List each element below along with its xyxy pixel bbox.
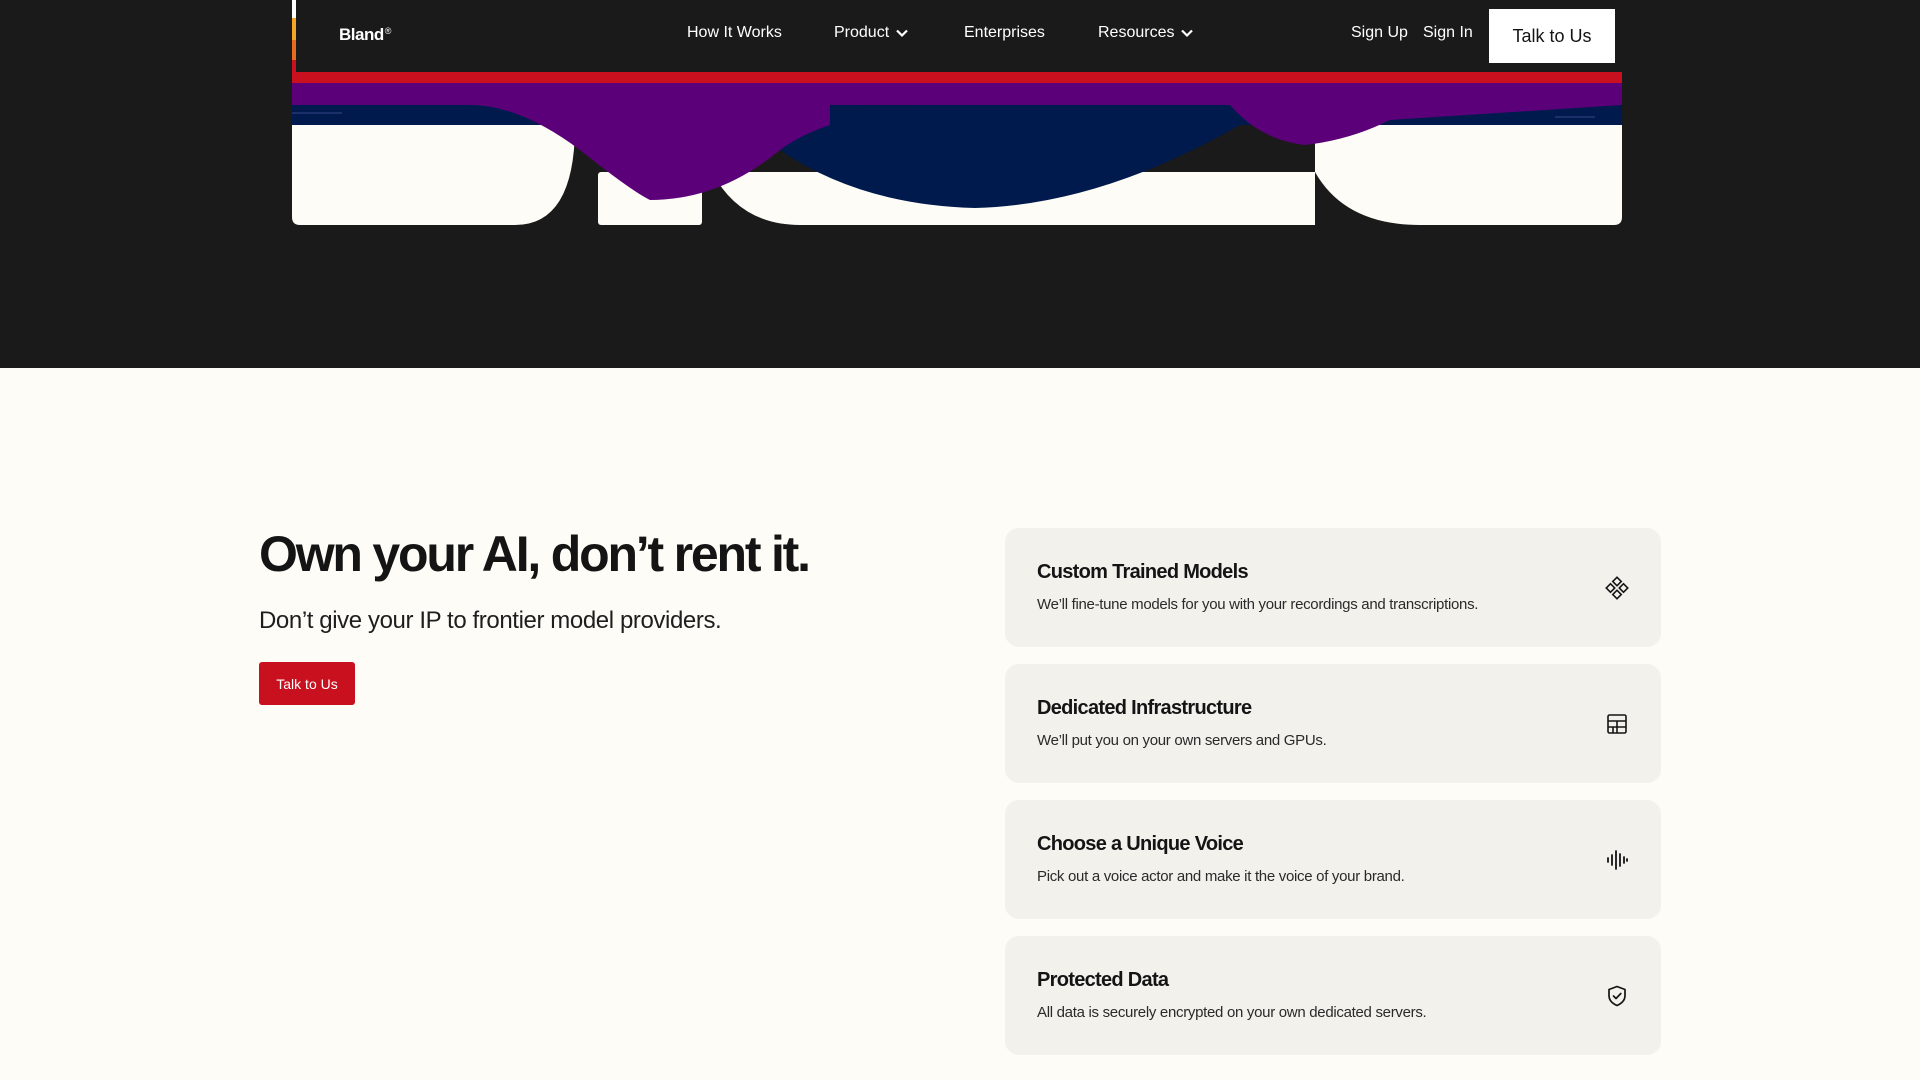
talk-to-us-button[interactable]: Talk to Us	[259, 662, 355, 705]
chevron-down-icon	[1181, 29, 1194, 38]
feature-card-unique-voice: Choose a Unique Voice Pick out a voice a…	[1005, 800, 1661, 919]
nodes-icon	[1605, 576, 1629, 600]
feature-title: Dedicated Infrastructure	[1037, 697, 1252, 719]
feature-description: We’ll put you on your own servers and GP…	[1037, 732, 1327, 749]
page-title: Own your AI, don’t rent it.	[259, 526, 811, 582]
feature-card-dedicated-infrastructure: Dedicated Infrastructure We’ll put you o…	[1005, 664, 1661, 783]
registered-mark: ®	[384, 26, 392, 36]
feature-title: Protected Data	[1037, 969, 1169, 991]
sign-up-link[interactable]: Sign Up	[1351, 24, 1408, 42]
nav-link-label: Resources	[1098, 24, 1175, 41]
page-subtitle: Don’t give your IP to frontier model pro…	[259, 607, 722, 634]
nav-enterprises[interactable]: Enterprises	[964, 24, 1045, 42]
top-navigation: Bland® How It Works Product Enterprises …	[0, 0, 1920, 72]
feature-card-protected-data: Protected Data All data is securely encr…	[1005, 936, 1661, 1055]
server-grid-icon	[1607, 714, 1627, 734]
nav-resources[interactable]: Resources	[1098, 24, 1194, 42]
nav-link-label: Product	[834, 24, 890, 41]
logo-text: Bland	[339, 25, 384, 44]
nav-how-it-works[interactable]: How It Works	[687, 24, 782, 42]
shield-check-icon	[1608, 985, 1626, 1007]
feature-title: Custom Trained Models	[1037, 561, 1249, 583]
feature-list: Custom Trained Models We’ll fine-tune mo…	[1005, 528, 1661, 1072]
bland-logo[interactable]: Bland®	[339, 25, 391, 45]
waveform-icon	[1607, 850, 1628, 870]
chevron-down-icon	[896, 29, 908, 38]
hero-section: Bland® How It Works Product Enterprises …	[0, 0, 1920, 368]
feature-description: We’ll fine-tune models for you with your…	[1037, 596, 1479, 613]
nav-product[interactable]: Product	[834, 24, 909, 42]
talk-to-us-nav-button[interactable]: Talk to Us	[1489, 9, 1615, 63]
sign-in-link[interactable]: Sign In	[1423, 24, 1473, 42]
feature-description: All data is securely encrypted on your o…	[1037, 1004, 1427, 1021]
nav-link-label: Enterprises	[964, 24, 1045, 41]
feature-title: Choose a Unique Voice	[1037, 833, 1244, 855]
feature-card-custom-models: Custom Trained Models We’ll fine-tune mo…	[1005, 528, 1661, 647]
nav-link-label: How It Works	[687, 24, 782, 41]
feature-description: Pick out a voice actor and make it the v…	[1037, 868, 1405, 885]
